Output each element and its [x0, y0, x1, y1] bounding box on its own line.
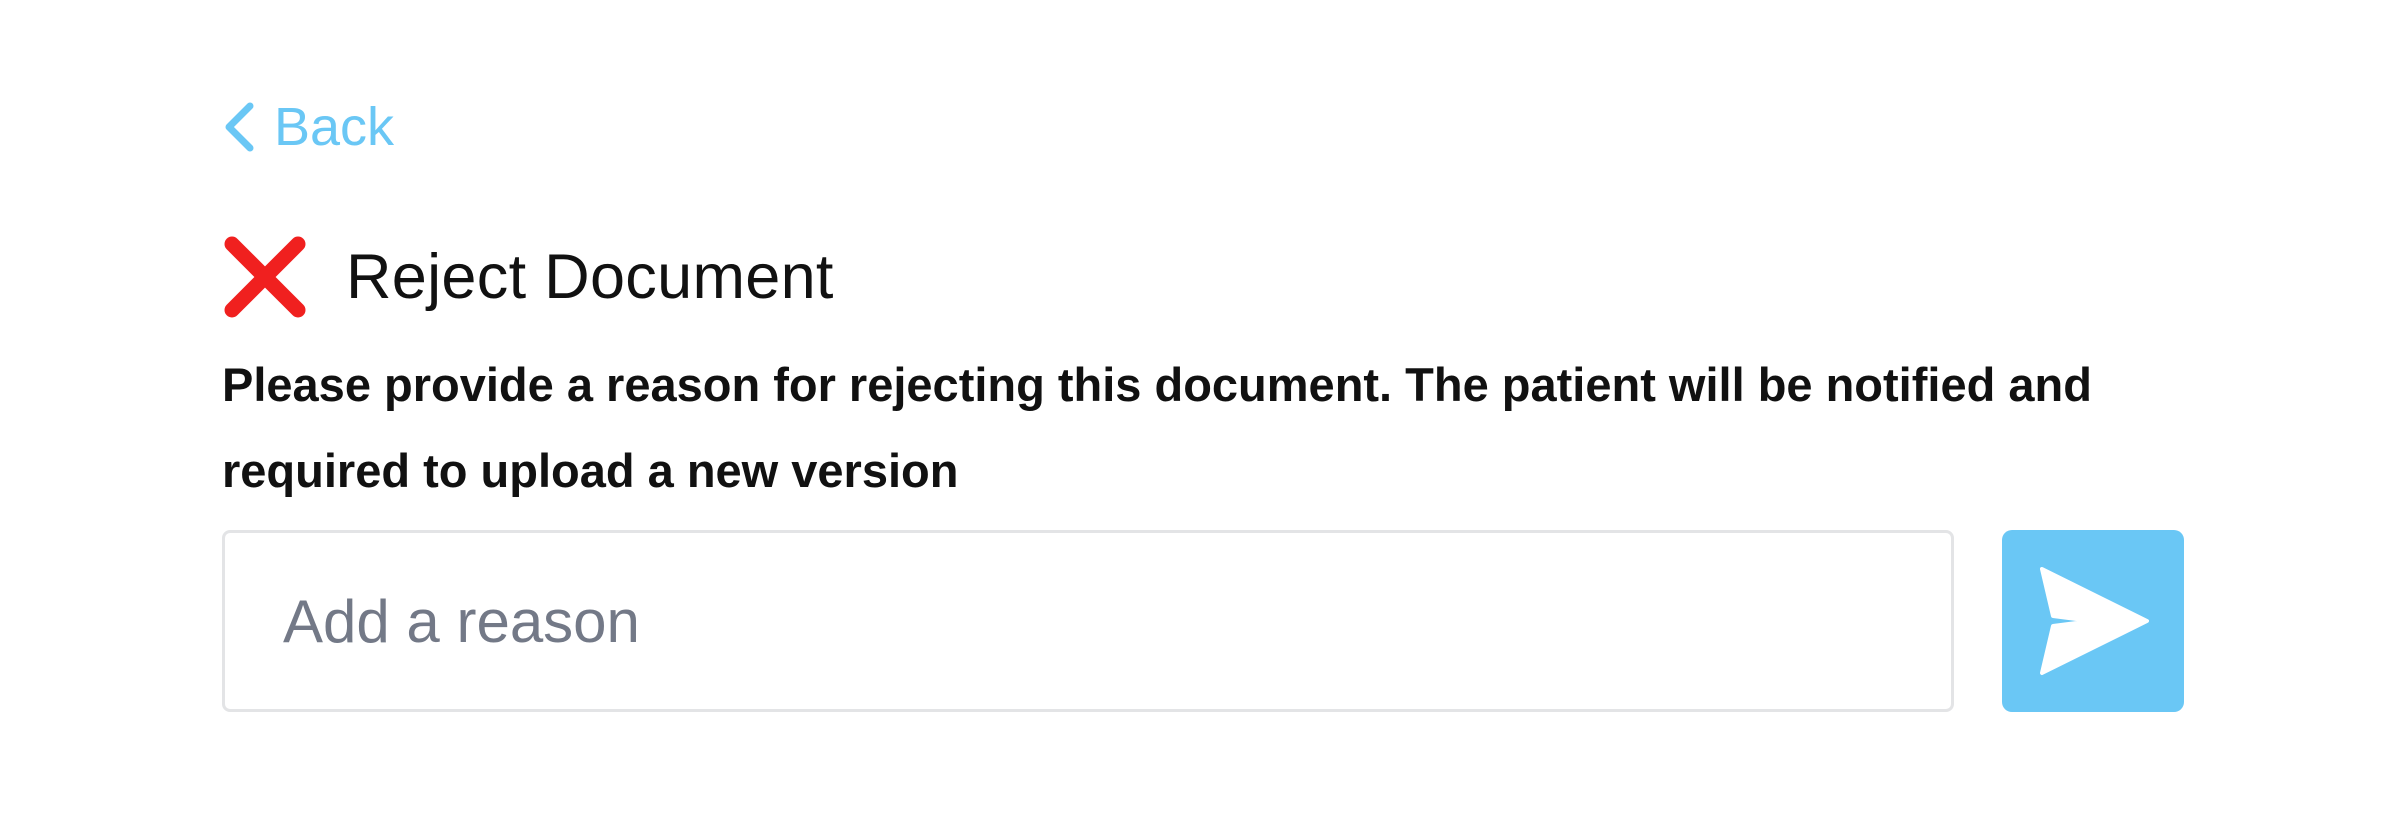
page-title: Reject Document: [346, 241, 834, 312]
page-header: Reject Document: [222, 232, 834, 322]
back-label: Back: [274, 97, 395, 157]
send-icon: [2037, 566, 2149, 676]
cross-mark-icon: [222, 234, 308, 320]
description-text: Please provide a reason for rejecting th…: [222, 358, 2092, 497]
send-button[interactable]: [2002, 530, 2184, 712]
reason-input[interactable]: [222, 530, 1954, 712]
chevron-left-icon: [222, 101, 256, 153]
back-link[interactable]: Back: [222, 92, 394, 162]
